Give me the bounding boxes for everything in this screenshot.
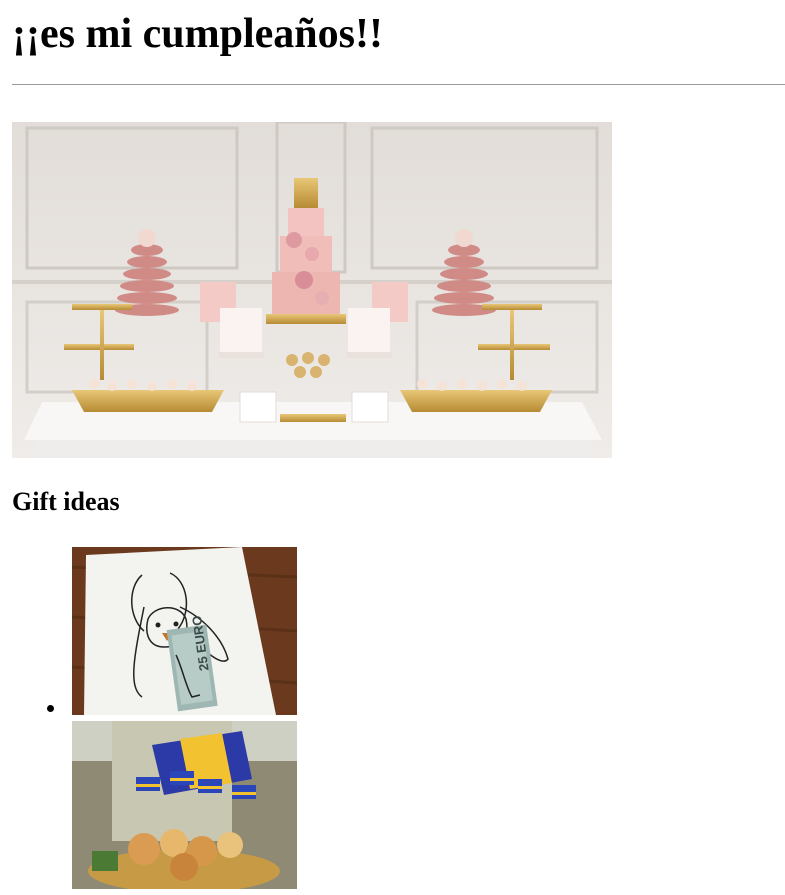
gift-image-food-basket — [72, 721, 297, 889]
list-item: 25 EURO — [47, 547, 297, 715]
gift-list: 25 EURO — [0, 547, 297, 895]
gift-ideas-heading: Gift ideas — [12, 487, 120, 516]
page-title: ¡¡es mi cumpleaños!! — [12, 11, 383, 57]
dessert-table-image — [12, 122, 612, 458]
bullet — [47, 705, 54, 712]
gift-image-money-card: 25 EURO — [72, 547, 297, 715]
divider — [12, 84, 785, 85]
list-item — [72, 721, 297, 889]
